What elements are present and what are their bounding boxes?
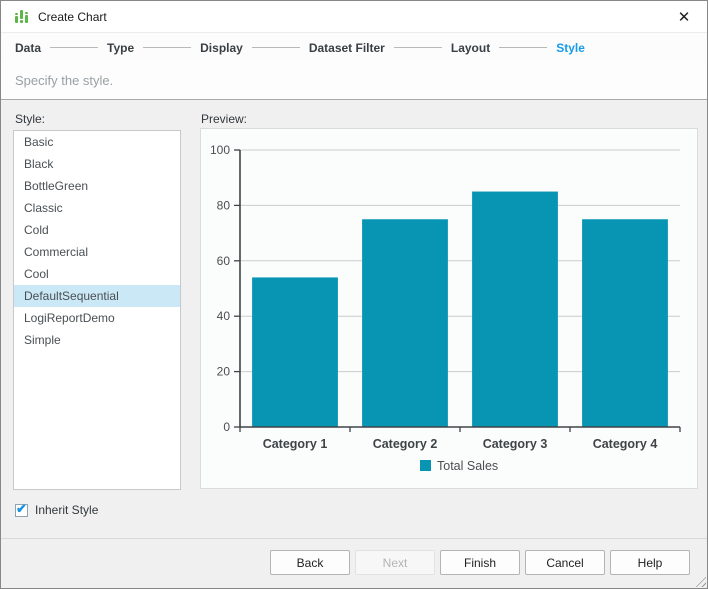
create-chart-dialog: Create Chart ✕ Data Type Display Dataset Fi… <box>0 0 708 589</box>
style-option-classic[interactable]: Classic <box>14 197 180 219</box>
step-type[interactable]: Type <box>107 41 134 55</box>
svg-text:Category 2: Category 2 <box>373 437 438 451</box>
style-option-basic[interactable]: Basic <box>14 131 180 153</box>
checkmark-icon: ✔ <box>16 502 27 515</box>
step-connector <box>394 47 442 48</box>
step-connector <box>50 47 98 48</box>
help-button[interactable]: Help <box>610 550 690 575</box>
footer-bar: BackNextFinishCancelHelp <box>1 538 707 588</box>
inherit-style-label: Inherit Style <box>35 503 98 517</box>
finish-button[interactable]: Finish <box>440 550 520 575</box>
resize-grip[interactable] <box>693 574 706 587</box>
preview-label: Preview: <box>201 112 247 126</box>
style-list-label: Style: <box>15 112 45 126</box>
close-button[interactable]: ✕ <box>671 4 697 30</box>
svg-text:40: 40 <box>217 309 231 323</box>
inherit-style-row: ✔ Inherit Style <box>15 503 98 517</box>
cancel-button[interactable]: Cancel <box>525 550 605 575</box>
window-title: Create Chart <box>38 10 107 24</box>
style-option-bottlegreen[interactable]: BottleGreen <box>14 175 180 197</box>
style-listbox: BasicBlackBottleGreenClassicColdCommerci… <box>13 130 181 490</box>
close-icon: ✕ <box>678 8 691 26</box>
svg-text:Category 3: Category 3 <box>483 437 548 451</box>
style-option-simple[interactable]: Simple <box>14 329 180 351</box>
style-option-cold[interactable]: Cold <box>14 219 180 241</box>
step-connector <box>499 47 547 48</box>
svg-text:0: 0 <box>223 420 230 434</box>
next-button[interactable]: Next <box>355 550 435 575</box>
step-dataset-filter[interactable]: Dataset Filter <box>309 41 385 55</box>
wizard-steps: Data Type Display Dataset Filter Layout Style <box>1 33 707 62</box>
step-display[interactable]: Display <box>200 41 243 55</box>
main-content: Style: BasicBlackBottleGreenClassicColdC… <box>1 100 707 538</box>
step-style[interactable]: Style <box>556 41 585 55</box>
preview-panel: 0 20 40 60 80 100 Category 1 Category 2 Category… <box>200 128 698 489</box>
svg-text:Category 4: Category 4 <box>593 437 658 451</box>
step-connector <box>252 47 300 48</box>
chart-app-icon <box>13 8 30 25</box>
style-option-defaultsequential[interactable]: DefaultSequential <box>14 285 180 307</box>
step-data[interactable]: Data <box>15 41 41 55</box>
svg-text:80: 80 <box>217 198 231 212</box>
svg-text:Total Sales: Total Sales <box>437 459 498 473</box>
title-bar: Create Chart ✕ <box>1 1 707 33</box>
style-option-black[interactable]: Black <box>14 153 180 175</box>
inherit-style-checkbox[interactable]: ✔ <box>15 504 28 517</box>
svg-text:60: 60 <box>217 254 231 268</box>
wizard-description: Specify the style. <box>1 62 707 100</box>
step-layout[interactable]: Layout <box>451 41 490 55</box>
svg-text:20: 20 <box>217 365 231 379</box>
style-option-logireportdemo[interactable]: LogiReportDemo <box>14 307 180 329</box>
svg-text:100: 100 <box>210 143 230 157</box>
back-button[interactable]: Back <box>270 550 350 575</box>
style-option-commercial[interactable]: Commercial <box>14 241 180 263</box>
dialog-buttons: BackNextFinishCancelHelp <box>270 550 690 575</box>
bar-chart-preview: 0 20 40 60 80 100 Category 1 Category 2 Category… <box>201 129 697 488</box>
step-connector <box>143 47 191 48</box>
svg-text:Category 1: Category 1 <box>263 437 328 451</box>
style-option-cool[interactable]: Cool <box>14 263 180 285</box>
